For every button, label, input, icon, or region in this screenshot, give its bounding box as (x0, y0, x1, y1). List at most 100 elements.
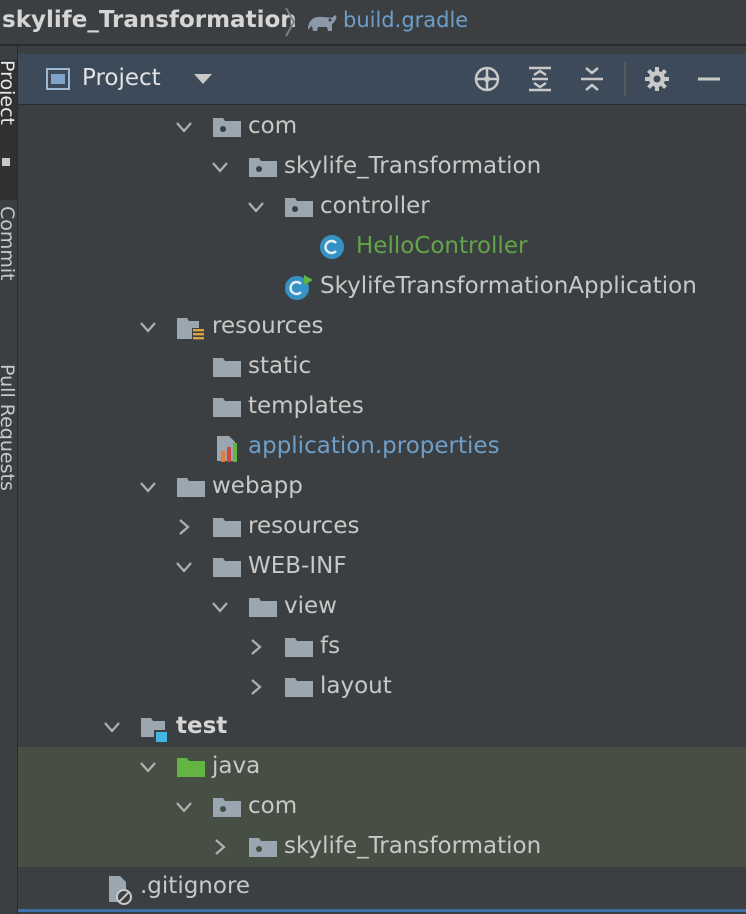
folder-icon (283, 674, 315, 700)
tree-item-web-inf[interactable]: WEB-INF (18, 547, 746, 587)
locate-icon[interactable] (472, 65, 502, 93)
tree-item-label: SkylifeTransformationApplication (320, 273, 697, 299)
tree-item-label: com (248, 793, 298, 819)
breadcrumb-separator-icon (284, 6, 296, 38)
folder-icon (211, 354, 243, 380)
tree-item-webapp-resources[interactable]: resources (18, 507, 746, 547)
folder-icon (211, 394, 243, 420)
tree-item-skylifetransformationapplication[interactable]: SkylifeTransformationApplication (18, 267, 746, 307)
tree-item-webapp[interactable]: webapp (18, 467, 746, 507)
minimize-icon[interactable] (694, 65, 724, 93)
navigation-bar: skylife_Transformation build.gradle (0, 0, 746, 44)
tree-item-test-skylife-transformation[interactable]: skylife_Transformation (18, 827, 746, 867)
tree-item-label: .gitignore (140, 873, 251, 899)
tree-item-label: application.properties (248, 433, 500, 459)
collapse-all-icon[interactable] (577, 65, 607, 93)
package-icon (247, 834, 279, 860)
tree-item-test[interactable]: test (18, 707, 746, 747)
tree-item-view[interactable]: view (18, 587, 746, 627)
folder-icon (211, 554, 243, 580)
chevron-down-icon[interactable] (102, 717, 122, 737)
chevron-down-icon[interactable] (138, 477, 158, 497)
chevron-down-icon[interactable] (138, 757, 158, 777)
chevron-down-icon[interactable] (138, 317, 158, 337)
chevron-down-icon[interactable] (194, 74, 212, 84)
tree-item-skylife-transformation[interactable]: skylife_Transformation (18, 147, 746, 187)
folder-icon (175, 474, 207, 500)
chevron-down-icon[interactable] (174, 557, 194, 577)
resources-folder-icon (175, 314, 207, 342)
tree-item-fs[interactable]: fs (18, 627, 746, 667)
chevron-down-icon[interactable] (174, 117, 194, 137)
chevron-right-icon[interactable] (174, 517, 194, 537)
chevron-down-icon[interactable] (174, 797, 194, 817)
panel-bottom-border (18, 909, 746, 912)
test-sources-folder-icon (175, 754, 207, 780)
gear-icon[interactable] (642, 65, 672, 93)
package-icon (283, 194, 315, 220)
project-view-icon (46, 68, 70, 90)
package-icon (211, 794, 243, 820)
chevron-right-icon[interactable] (210, 837, 230, 857)
tree-item-label: skylife_Transformation (284, 153, 542, 179)
spring-boot-class-icon (283, 274, 315, 300)
tree-item-label: view (284, 593, 337, 619)
folder-icon (247, 594, 279, 620)
tree-item-label: resources (248, 513, 360, 539)
tree-item-label: com (248, 113, 298, 139)
tool-window-strip: Project Commit Pull Requests (0, 46, 18, 914)
tree-item-label: skylife_Transformation (284, 833, 542, 859)
panel-title[interactable]: Project (82, 65, 161, 91)
package-icon (247, 154, 279, 180)
chevron-right-icon[interactable] (246, 677, 266, 697)
gradle-icon (306, 10, 338, 34)
project-tool-icon (2, 158, 10, 166)
breadcrumb-file[interactable]: build.gradle (343, 8, 468, 32)
side-tab-pull-requests[interactable]: Pull Requests (0, 364, 18, 564)
folder-icon (211, 514, 243, 540)
tree-item-layout[interactable]: layout (18, 667, 746, 707)
tree-item-com[interactable]: com (18, 107, 746, 147)
project-tree: com skylife_Transformation controller He… (18, 106, 746, 906)
folder-icon (283, 634, 315, 660)
tree-item-controller[interactable]: controller (18, 187, 746, 227)
tree-item-gitignore[interactable]: .gitignore (18, 867, 746, 907)
breadcrumb-project[interactable]: skylife_Transformation (2, 7, 297, 33)
tree-item-label: HelloController (356, 233, 528, 259)
tree-item-label: controller (320, 193, 430, 219)
tree-item-label: templates (248, 393, 364, 419)
chevron-down-icon[interactable] (210, 157, 230, 177)
tree-item-java[interactable]: java (18, 747, 746, 787)
tree-item-label: WEB-INF (248, 553, 347, 579)
tree-item-templates[interactable]: templates (18, 387, 746, 427)
tree-item-test-com[interactable]: com (18, 787, 746, 827)
class-icon (318, 234, 350, 260)
side-tab-commit-label: Commit (0, 206, 18, 281)
ignored-file-icon (106, 874, 138, 905)
side-tab-project[interactable]: Project (0, 60, 18, 200)
toolbar-separator (624, 62, 626, 96)
tree-item-static[interactable]: static (18, 347, 746, 387)
tree-item-application-properties[interactable]: application.properties (18, 427, 746, 467)
side-tab-pull-requests-label: Pull Requests (0, 364, 18, 491)
tree-item-label: layout (320, 673, 392, 699)
tree-item-label: resources (212, 313, 324, 339)
project-panel-header: Project (18, 54, 746, 105)
chevron-down-icon[interactable] (246, 197, 266, 217)
package-icon (211, 114, 243, 140)
chevron-right-icon[interactable] (246, 637, 266, 657)
divider (0, 44, 746, 46)
side-tab-commit[interactable]: Commit (0, 206, 18, 356)
properties-file-icon (213, 434, 245, 462)
module-folder-icon (139, 714, 171, 744)
tree-item-label: fs (320, 633, 341, 659)
tree-item-label: test (176, 713, 228, 739)
tree-item-label: webapp (212, 473, 303, 499)
tree-item-hellocontroller[interactable]: HelloController (18, 227, 746, 267)
tree-item-resources[interactable]: resources (18, 307, 746, 347)
chevron-down-icon[interactable] (210, 597, 230, 617)
tree-item-label: java (212, 753, 261, 779)
side-tab-project-label: Project (0, 60, 18, 126)
expand-all-icon[interactable] (525, 65, 555, 93)
tree-item-label: static (248, 353, 312, 379)
